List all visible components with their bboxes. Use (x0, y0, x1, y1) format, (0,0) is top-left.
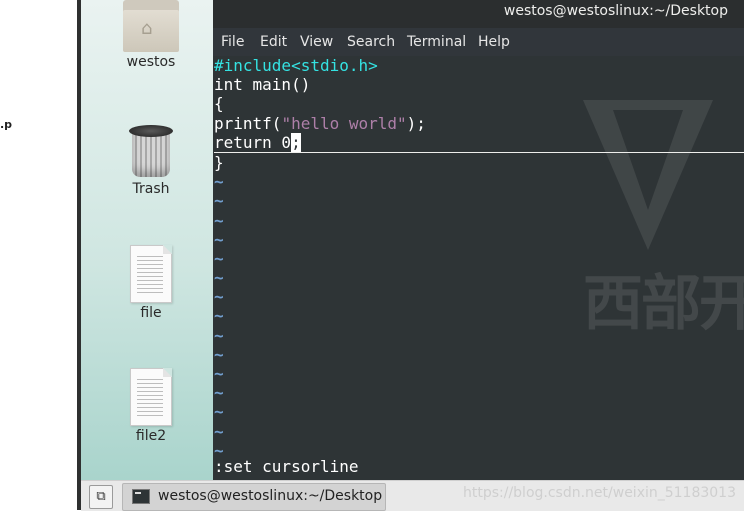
tilde-line: ~ (214, 344, 224, 364)
menu-terminal[interactable]: Terminal (407, 34, 466, 50)
tilde-line: ~ (214, 210, 224, 230)
vim-command-line[interactable]: :set cursorline (214, 457, 359, 476)
csdn-watermark: https://blog.csdn.net/weixin_51183013 (462, 485, 736, 501)
code-line-3: { (214, 94, 224, 114)
desktop-icon-label: Trash (132, 181, 170, 197)
desktop-icon-label: file (140, 305, 162, 321)
code-line-2: int main() (214, 75, 311, 95)
string-literal: "hello world" (281, 113, 407, 133)
menu-help[interactable]: Help (478, 34, 510, 50)
menubar: File Edit View Search Terminal Help (213, 28, 744, 56)
terminal-titlebar[interactable]: westos@westoslinux:~/Desktop (213, 0, 744, 28)
desktop-icon-file[interactable]: file (81, 245, 221, 321)
desktop-icon-label: file2 (135, 428, 167, 444)
taskbar-terminal-button[interactable]: westos@westoslinux:~/Desktop (122, 483, 386, 511)
terminal-window[interactable]: westos@westoslinux:~/Desktop File Edit V… (213, 0, 744, 480)
code-text: printf( (214, 113, 282, 133)
code-text: ); (406, 113, 426, 133)
text-cursor: ; (291, 132, 301, 152)
taskbar-label: westos@westoslinux:~/Desktop (158, 488, 383, 504)
tilde-line: ~ (214, 229, 224, 249)
code-line-4: printf("hello world"); (214, 114, 744, 133)
tilde-line: ~ (214, 191, 224, 211)
text-file-icon (130, 368, 172, 426)
code-text: return 0 (214, 132, 292, 152)
text-file-icon (130, 245, 172, 303)
tilde-line: ~ (214, 287, 224, 307)
menu-view[interactable]: View (300, 34, 333, 50)
tilde-line: ~ (214, 306, 224, 326)
taskbar: ⧉ westos@westoslinux:~/Desktop https://b… (81, 480, 744, 511)
desktop-icon-label: westos (126, 54, 176, 70)
terminal-icon (132, 489, 150, 504)
empty-lines: ~ ~ ~ ~ ~ ~ ~ ~ ~ ~ ~ ~ ~ ~ ~ (214, 172, 744, 460)
code-line-1: #include<stdio.h> (214, 56, 378, 75)
desktop-icon-file2[interactable]: file2 (81, 368, 221, 444)
tilde-line: ~ (214, 325, 224, 345)
desktop: ⌂ westos Trash file file2 (81, 0, 213, 480)
trash-icon (129, 125, 173, 179)
show-desktop-icon[interactable]: ⧉ (89, 485, 113, 509)
menu-file[interactable]: File (221, 34, 244, 50)
window-title: westos@westoslinux:~/Desktop (503, 3, 728, 19)
desktop-icon-westos[interactable]: ⌂ westos (81, 0, 221, 70)
menu-search[interactable]: Search (347, 34, 395, 50)
code-line-6: } (214, 152, 224, 172)
desktop-icon-trash[interactable]: Trash (81, 125, 221, 197)
tilde-line: ~ (214, 421, 224, 441)
tilde-line: ~ (214, 268, 224, 288)
tilde-line: ~ (214, 364, 224, 383)
vim-editor[interactable]: #include<stdio.h> int main() { printf("h… (214, 56, 744, 460)
tilde-line: ~ (214, 383, 224, 403)
menu-edit[interactable]: Edit (260, 34, 287, 50)
tilde-line: ~ (214, 402, 224, 422)
code-line-5-cursorline: return 0; (214, 132, 744, 153)
left-window-text: .p (0, 118, 13, 131)
left-window-fragment: .p (0, 0, 80, 480)
tilde-line: ~ (214, 172, 224, 192)
tilde-line: ~ (214, 248, 224, 268)
home-folder-icon: ⌂ (123, 0, 179, 52)
